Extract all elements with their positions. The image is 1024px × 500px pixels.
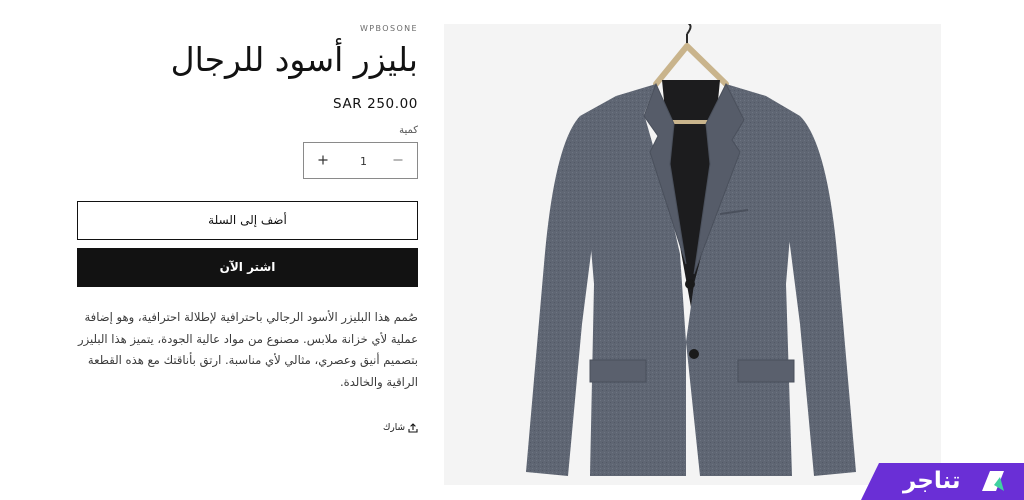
product-title: بليزر أسود للرجال [170,40,418,79]
share-label: شارك [382,423,405,433]
minus-icon [393,159,403,161]
product-info: WPBOSONE بليزر أسود للرجال SAR 250.00 كم… [77,22,418,433]
brand-badge[interactable]: تناجر [861,463,1024,500]
buy-now-button[interactable]: اشتر الآن [77,248,418,287]
share-icon [408,423,418,433]
quantity-input[interactable] [340,150,387,172]
product-description: صُمم هذا البليزر الأسود الرجالي باحترافي… [78,310,418,389]
quantity-increase-button[interactable] [306,143,340,178]
brand-badge-text: تناجر [903,468,961,494]
share-button[interactable]: شارك [77,423,418,433]
add-to-cart-button[interactable]: أضف إلى السلة [77,201,418,240]
product-image[interactable] [444,24,941,485]
brand-logo-icon [982,471,1004,491]
product-price: SAR 250.00 [333,96,418,112]
plus-icon [318,155,328,165]
blazer-image [526,24,856,476]
quantity-label: كمية [399,125,418,136]
product-vendor: WPBOSONE [360,24,418,33]
quantity-stepper [303,142,418,179]
quantity-decrease-button[interactable] [381,143,415,178]
